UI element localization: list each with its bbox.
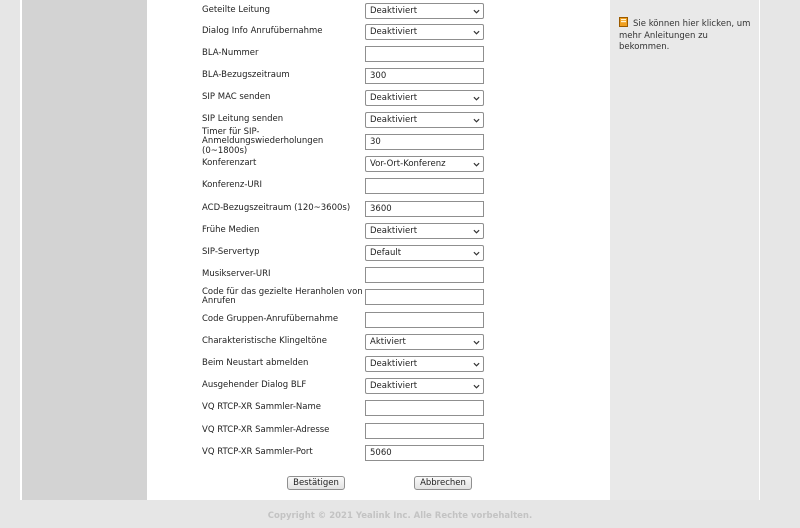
select-dropdown[interactable]: Deaktiviert xyxy=(365,3,484,19)
field-label: SIP-Servertyp xyxy=(202,247,260,258)
field-label: Konferenz-URI xyxy=(202,180,263,191)
chevron-down-icon xyxy=(473,384,480,389)
field-label: ACD-Bezugszeitraum (120~3600s) xyxy=(202,203,351,214)
text-input[interactable] xyxy=(365,400,484,416)
text-input[interactable] xyxy=(365,312,484,328)
form-row: Geteilte Leitung Deaktiviert xyxy=(200,0,620,22)
field-label: Code Gruppen-Anrufübernahme xyxy=(202,314,339,325)
form-row: Timer für SIP-Anmeldungswiederholungen (… xyxy=(200,126,620,156)
text-input[interactable] xyxy=(365,267,484,283)
chevron-down-icon xyxy=(473,162,480,167)
field-label: Charakteristische Klingeltöne xyxy=(202,336,327,347)
field-label: Code für das gezielte Heranholen von Anr… xyxy=(202,286,363,306)
select-dropdown[interactable]: Aktiviert xyxy=(365,334,484,350)
chevron-down-icon xyxy=(473,251,480,256)
field-label: Beim Neustart abmelden xyxy=(202,358,309,369)
select-dropdown[interactable]: Deaktiviert xyxy=(365,90,484,106)
chevron-down-icon xyxy=(473,9,480,14)
text-input[interactable] xyxy=(365,423,484,439)
text-input[interactable]: 3600 xyxy=(365,201,484,217)
chevron-down-icon xyxy=(473,96,480,101)
select-dropdown[interactable]: Default xyxy=(365,245,484,261)
form-row: Code Gruppen-Anrufübernahme xyxy=(200,309,620,331)
field-label: Ausgehender Dialog BLF xyxy=(202,380,307,391)
select-value: Default xyxy=(370,248,402,258)
field-label: Frühe Medien xyxy=(202,225,260,236)
field-label: Musikserver-URI xyxy=(202,269,271,280)
chevron-down-icon xyxy=(473,118,480,123)
form-row: BLA-Nummer xyxy=(200,43,620,65)
field-label: VQ RTCP-XR Sammler-Port xyxy=(202,447,313,458)
select-dropdown[interactable]: Deaktiviert xyxy=(365,112,484,128)
field-label: Konferenzart xyxy=(202,158,257,169)
form-row: Frühe Medien Deaktiviert xyxy=(200,220,620,242)
chevron-down-icon xyxy=(473,229,480,234)
form-row: VQ RTCP-XR Sammler-Adresse xyxy=(200,420,620,442)
select-dropdown[interactable]: Deaktiviert xyxy=(365,356,484,372)
book-icon xyxy=(619,17,628,27)
field-label: SIP MAC senden xyxy=(202,92,271,103)
form-row: VQ RTCP-XR Sammler-Name xyxy=(200,397,620,419)
form-row: SIP-Servertyp Default xyxy=(200,242,620,264)
form-row: Code für das gezielte Heranholen von Anr… xyxy=(200,286,620,308)
form-row: Beim Neustart abmelden Deaktiviert xyxy=(200,353,620,375)
text-input[interactable]: 30 xyxy=(365,134,484,150)
cancel-button[interactable]: Abbrechen xyxy=(414,476,472,490)
chevron-down-icon xyxy=(473,30,480,35)
form-row: ACD-Bezugszeitraum (120~3600s) 3600 xyxy=(200,198,620,220)
select-value: Deaktiviert xyxy=(370,359,418,369)
field-label: BLA-Bezugszeitraum xyxy=(202,70,290,81)
select-value: Vor-Ort-Konferenz xyxy=(370,159,446,169)
form-row: VQ RTCP-XR Sammler-Port 5060 xyxy=(200,442,620,464)
select-value: Deaktiviert xyxy=(370,226,418,236)
select-value: Deaktiviert xyxy=(370,381,418,391)
text-input[interactable]: 300 xyxy=(365,68,484,84)
text-input[interactable] xyxy=(365,289,484,305)
form-row: Charakteristische Klingeltöne Aktiviert xyxy=(200,331,620,353)
copyright-footer: Copyright © 2021 Yealink Inc. Alle Recht… xyxy=(267,511,533,521)
form-row: Konferenzart Vor-Ort-Konferenz xyxy=(200,153,620,175)
chevron-down-icon xyxy=(473,340,480,345)
form-row: SIP MAC senden Deaktiviert xyxy=(200,87,620,109)
select-dropdown[interactable]: Deaktiviert xyxy=(365,378,484,394)
select-value: Deaktiviert xyxy=(370,115,418,125)
form-row: Konferenz-URI xyxy=(200,175,620,197)
select-dropdown[interactable]: Deaktiviert xyxy=(365,24,484,40)
help-text[interactable]: Sie können hier klicken, um mehr Anleitu… xyxy=(619,19,750,52)
form-row: Musikserver-URI xyxy=(200,264,620,286)
help-note[interactable]: Sie können hier klicken, um mehr Anleitu… xyxy=(619,17,751,54)
select-value: Deaktiviert xyxy=(370,27,418,37)
select-value: Aktiviert xyxy=(370,337,406,347)
select-dropdown[interactable]: Deaktiviert xyxy=(365,223,484,239)
field-label: Timer für SIP-Anmeldungswiederholungen (… xyxy=(202,126,324,156)
help-sidebar xyxy=(610,0,759,500)
text-input[interactable]: 5060 xyxy=(365,445,484,461)
select-dropdown[interactable]: Vor-Ort-Konferenz xyxy=(365,156,484,172)
text-input[interactable] xyxy=(365,178,484,194)
field-label: Geteilte Leitung xyxy=(202,5,271,16)
confirm-button[interactable]: Bestätigen xyxy=(287,476,345,490)
text-input[interactable] xyxy=(365,46,484,62)
select-value: Deaktiviert xyxy=(370,93,418,103)
field-label: VQ RTCP-XR Sammler-Name xyxy=(202,402,321,413)
form-row: Dialog Info Anrufübernahme Deaktiviert xyxy=(200,21,620,43)
form-row: Ausgehender Dialog BLF Deaktiviert xyxy=(200,375,620,397)
field-label: Dialog Info Anrufübernahme xyxy=(202,26,323,37)
form-row: BLA-Bezugszeitraum 300 xyxy=(200,65,620,87)
left-navigation-area xyxy=(22,0,147,500)
select-value: Deaktiviert xyxy=(370,6,418,16)
field-label: VQ RTCP-XR Sammler-Adresse xyxy=(202,425,330,436)
chevron-down-icon xyxy=(473,362,480,367)
field-label: BLA-Nummer xyxy=(202,48,259,59)
